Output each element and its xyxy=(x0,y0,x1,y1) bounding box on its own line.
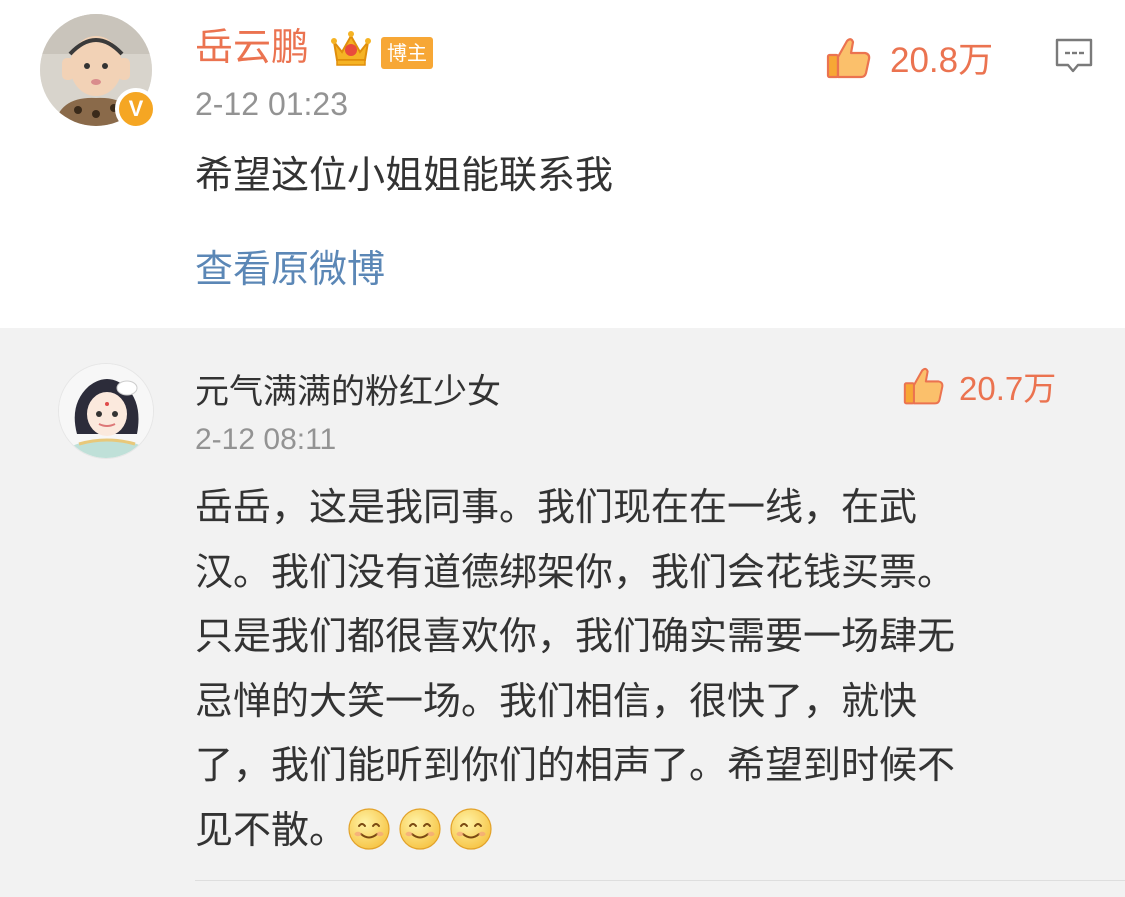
reply-text-line: 忌惮的大笑一场。我们相信，很快了，就快 xyxy=(195,678,918,723)
view-original-link[interactable]: 查看原微博 xyxy=(195,245,385,293)
smile-emoji-icon xyxy=(399,807,441,850)
post-like-button[interactable]: 20.8万 xyxy=(826,32,993,83)
reply-text-line: 岳岳，这是我同事。我们现在在一线，在武 xyxy=(195,485,918,529)
reply-text-line: 汉。我们没有道德绑架你，我们会花钱买票。 xyxy=(195,549,956,594)
verified-v-icon: V xyxy=(115,88,157,130)
reply-text-line: 见不散。 xyxy=(195,807,348,852)
blogger-badge: 博主 xyxy=(381,37,433,69)
reply-timestamp: 2-12 08:11 xyxy=(195,423,337,456)
post-timestamp: 2-12 01:23 xyxy=(195,86,349,122)
reply-username[interactable]: 元气满满的粉红少女 xyxy=(195,370,501,414)
thumbs-up-icon xyxy=(903,367,944,405)
post-like-count: 20.8万 xyxy=(890,41,994,80)
reply-like-count: 20.7万 xyxy=(959,370,1057,407)
smile-emoji-icon xyxy=(348,807,390,850)
reply-text-last-line: 见不散。 xyxy=(195,798,1075,863)
reply-avatar[interactable] xyxy=(58,363,154,459)
reply-like-button[interactable]: 20.7万 xyxy=(903,362,1056,410)
emoji-group xyxy=(347,807,500,852)
post-username[interactable]: 岳云鹏 xyxy=(195,24,309,70)
reply-text: 岳岳，这是我同事。我们现在在一线，在武 汉。我们没有道德绑架你，我们会花钱买票。… xyxy=(195,475,1075,862)
crown-icon xyxy=(331,31,371,66)
divider xyxy=(195,880,1125,881)
smile-emoji-icon xyxy=(450,807,492,850)
comment-icon[interactable] xyxy=(1054,36,1094,76)
thumbs-up-icon xyxy=(826,37,871,78)
reply-text-line: 只是我们都很喜欢你，我们确实需要一场肆无 xyxy=(195,614,956,658)
post-text: 希望这位小姐姐能联系我 xyxy=(195,153,614,197)
post-card: V 岳云鹏 博主 2-12 01:23 希望这位小姐姐能联系我 查看原微博 20… xyxy=(0,0,1125,328)
reply-text-line: 了，我们能听到你们的相声了。希望到时候不 xyxy=(195,743,956,787)
